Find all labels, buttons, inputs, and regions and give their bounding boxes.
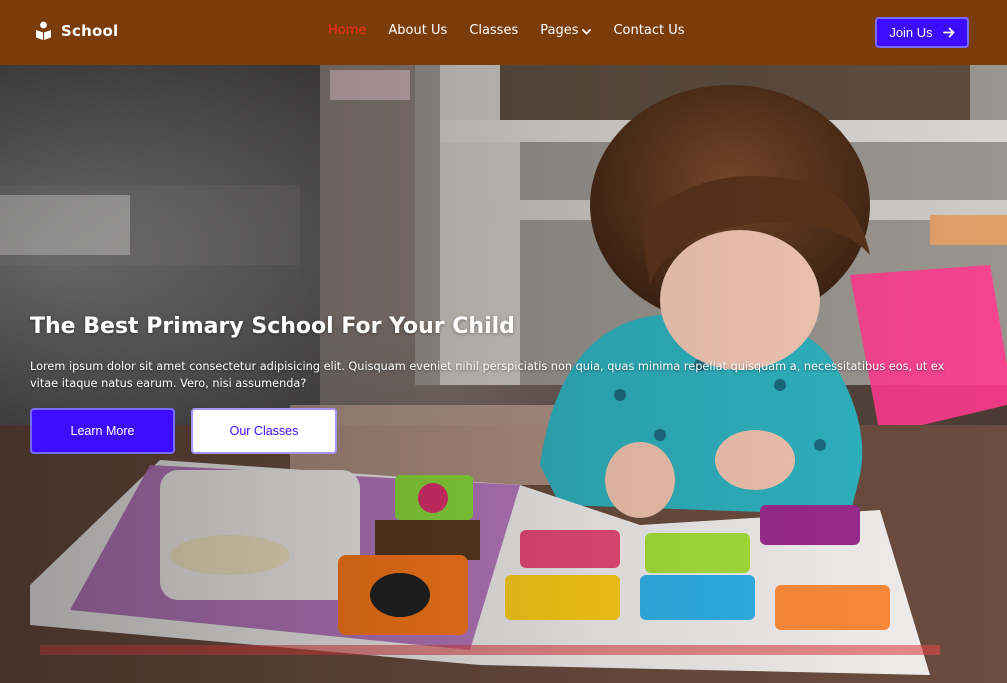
nav-link-pages[interactable]: Pages — [540, 23, 592, 38]
nav-link-contact-us[interactable]: Contact Us — [613, 23, 684, 38]
nav-link-pages-label: Pages — [540, 23, 579, 38]
join-us-button[interactable]: Join Us — [875, 17, 969, 48]
arrow-right-icon — [942, 27, 955, 38]
navbar: School Home About Us Classes Pages Conta… — [0, 0, 1007, 65]
our-classes-button[interactable]: Our Classes — [191, 408, 337, 454]
school-logo-icon — [36, 21, 51, 40]
brand-name: School — [61, 22, 119, 40]
join-us-label: Join Us — [889, 25, 933, 40]
chevron-down-icon — [582, 28, 592, 35]
nav-link-home[interactable]: Home — [328, 23, 366, 38]
brand-logo[interactable]: School — [35, 20, 118, 42]
nav-link-classes[interactable]: Classes — [469, 23, 518, 38]
nav-link-about-us[interactable]: About Us — [388, 23, 447, 38]
learn-more-button[interactable]: Learn More — [30, 408, 175, 454]
hero-title: The Best Primary School For Your Child — [30, 314, 515, 339]
hero-description: Lorem ipsum dolor sit amet consectetur a… — [30, 360, 945, 390]
hero-section: The Best Primary School For Your Child L… — [0, 65, 1007, 683]
main-nav: Home About Us Classes Pages Contact Us — [328, 23, 684, 38]
